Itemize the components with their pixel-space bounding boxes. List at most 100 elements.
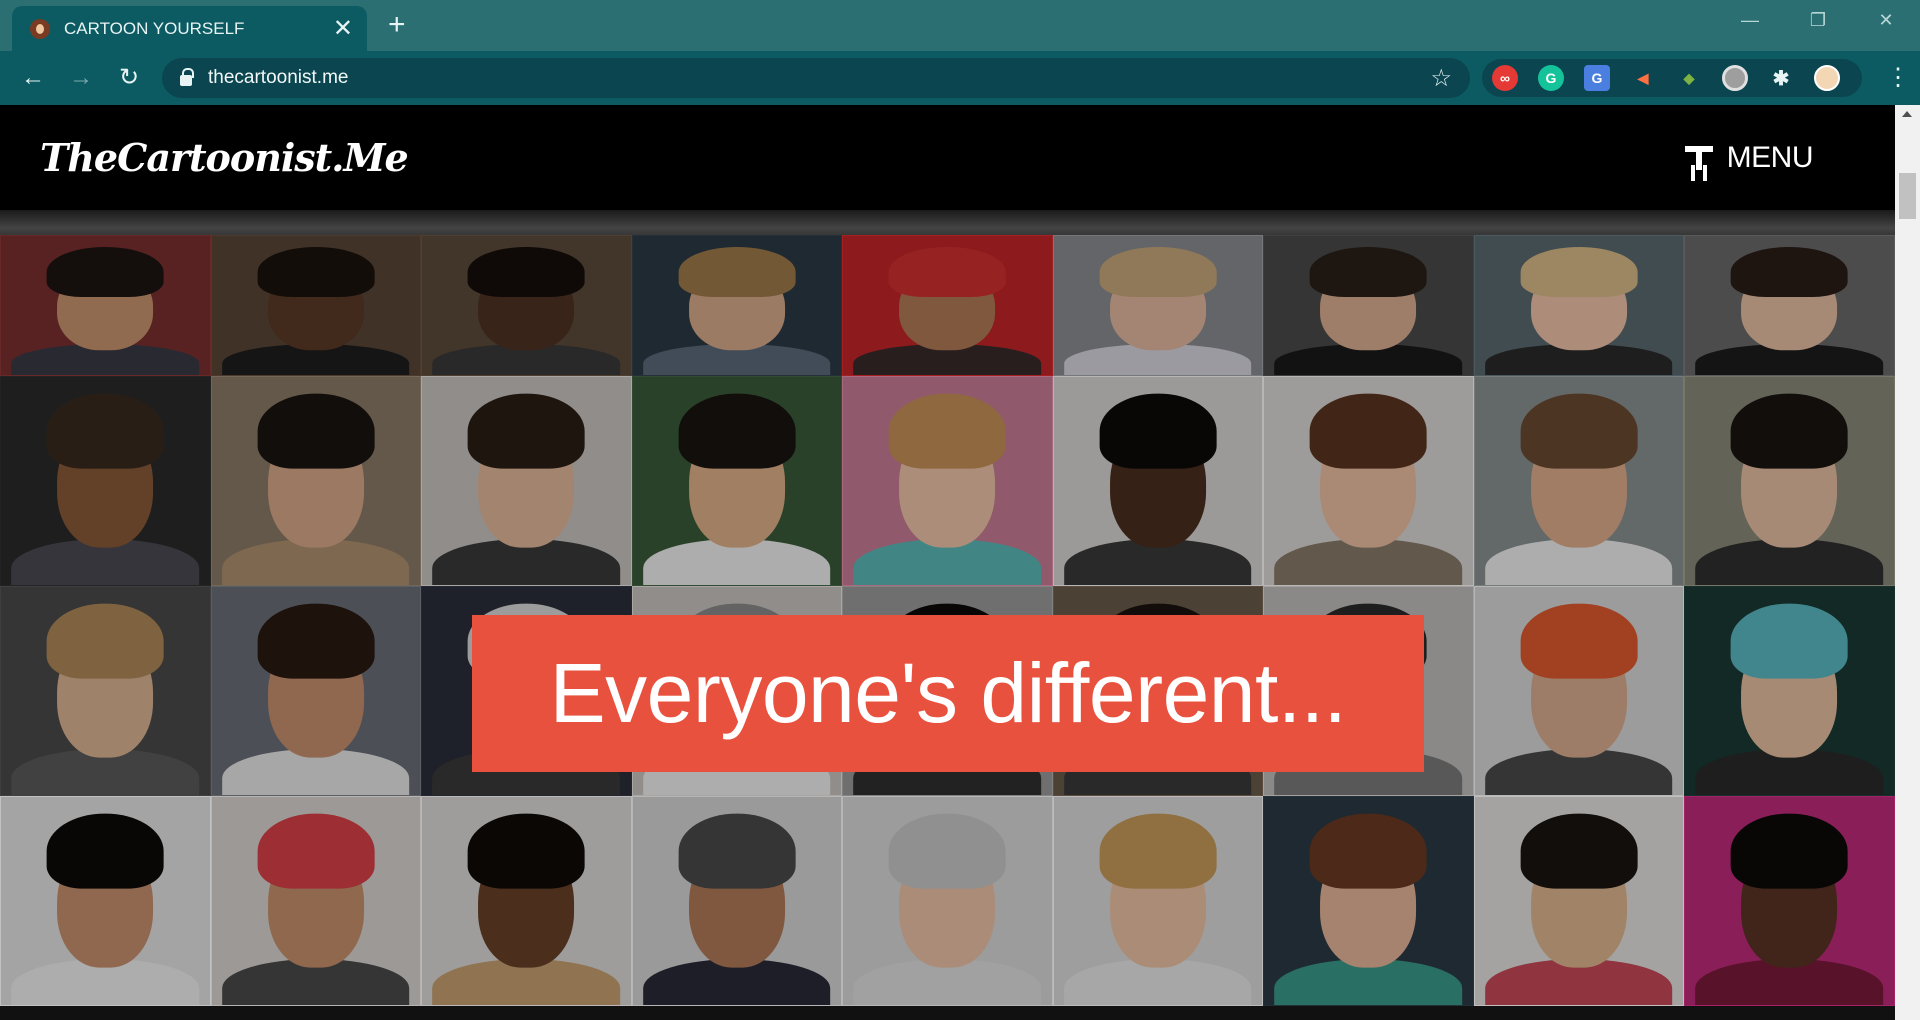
portrait-overlay — [211, 797, 420, 1005]
forward-button[interactable]: → — [66, 63, 96, 93]
hero-banner: Everyone's different... — [472, 615, 1424, 772]
page-scrollbar[interactable] — [1895, 105, 1920, 1020]
portrait-overlay — [1474, 797, 1683, 1005]
portrait-photo — [421, 235, 632, 376]
portrait-overlay — [843, 377, 1052, 585]
portrait-overlay — [632, 236, 841, 375]
scrollbar-thumb[interactable] — [1899, 173, 1916, 219]
portrait-overlay — [1, 377, 210, 585]
favicon-icon — [30, 18, 50, 39]
portrait-overlay — [843, 797, 1052, 1005]
portrait-photo — [631, 376, 842, 586]
portrait-overlay — [632, 377, 841, 585]
site-header: TheCartoonist.Me MENU — [0, 105, 1895, 210]
browser-menu-icon[interactable]: ⋮ — [1886, 65, 1910, 91]
portrait-overlay — [632, 797, 841, 1005]
portrait-overlay — [211, 587, 420, 795]
portrait-overlay — [1474, 377, 1683, 585]
portrait-overlay — [1685, 236, 1894, 375]
profile-avatar[interactable] — [1814, 65, 1840, 91]
portrait-photo — [842, 235, 1053, 376]
address-bar[interactable]: thecartoonist.me ☆ — [162, 58, 1470, 98]
portrait-photo — [1684, 796, 1895, 1006]
browser-tab-bar: CARTOON YOURSELF ✕ + — ❐ ✕ — [0, 0, 1920, 51]
portrait-overlay — [1264, 377, 1473, 585]
portrait-overlay — [422, 797, 631, 1005]
portrait-photo — [0, 796, 211, 1006]
portrait-photo — [1473, 235, 1684, 376]
portrait-overlay — [1, 236, 210, 375]
portrait-photo — [210, 376, 421, 586]
portrait-photo — [1263, 796, 1474, 1006]
portrait-overlay — [1264, 236, 1473, 375]
portrait-photo — [210, 586, 421, 796]
portrait-photo — [842, 796, 1053, 1006]
puzzle-extensions-icon[interactable]: ✱ — [1768, 65, 1794, 91]
portrait-photo — [0, 376, 211, 586]
infinity-extension-icon[interactable]: ∞ — [1492, 65, 1518, 91]
portrait-overlay — [1053, 797, 1262, 1005]
browser-toolbar: ← → ↻ thecartoonist.me ☆ ∞ G G ◀ ◆ ✱ ⋮ — [0, 51, 1920, 105]
hero-banner-text: Everyone's different... — [549, 646, 1347, 740]
portrait-overlay — [422, 377, 631, 585]
portrait-overlay — [1, 797, 210, 1005]
speaker-extension-icon[interactable]: ◀ — [1630, 65, 1656, 91]
portrait-photo — [0, 235, 211, 376]
portrait-photo — [210, 235, 421, 376]
portrait-overlay — [211, 236, 420, 375]
reload-button[interactable]: ↻ — [114, 63, 144, 93]
circle-extension-icon[interactable] — [1722, 65, 1748, 91]
portrait-photo — [1473, 376, 1684, 586]
portrait-photo — [1052, 376, 1263, 586]
url-text[interactable]: thecartoonist.me — [208, 67, 1430, 89]
portrait-photo — [631, 235, 842, 376]
portrait-photo — [210, 796, 421, 1006]
portrait-photo — [1684, 586, 1895, 796]
portrait-photo — [1263, 235, 1474, 376]
globe-extension-icon[interactable]: ◆ — [1676, 65, 1702, 91]
portrait-photo — [421, 376, 632, 586]
window-controls: — ❐ ✕ — [1716, 0, 1920, 40]
close-window-button[interactable]: ✕ — [1852, 0, 1920, 40]
portrait-overlay — [1053, 236, 1262, 375]
minimize-button[interactable]: — — [1716, 0, 1784, 40]
close-tab-icon[interactable]: ✕ — [333, 16, 353, 41]
portrait-overlay — [1474, 587, 1683, 795]
portrait-photo — [842, 376, 1053, 586]
browser-tab[interactable]: CARTOON YOURSELF ✕ — [12, 6, 367, 51]
portrait-photo — [1684, 235, 1895, 376]
portrait-photo — [1263, 376, 1474, 586]
translate-icon[interactable]: G — [1584, 65, 1610, 91]
portrait-photo — [1052, 796, 1263, 1006]
new-tab-button[interactable]: + — [388, 10, 406, 40]
portrait-photo — [1052, 235, 1263, 376]
portrait-overlay — [1685, 377, 1894, 585]
menu-label: MENU — [1726, 140, 1814, 174]
site-logo[interactable]: TheCartoonist.Me — [40, 135, 409, 180]
bookmark-star-icon[interactable]: ☆ — [1430, 64, 1452, 93]
portrait-overlay — [1, 587, 210, 795]
portrait-overlay — [1053, 377, 1262, 585]
portrait-photo — [1473, 796, 1684, 1006]
menu-icon — [1684, 144, 1713, 172]
grammarly-icon[interactable]: G — [1538, 65, 1564, 91]
portrait-overlay — [211, 377, 420, 585]
back-button[interactable]: ← — [18, 63, 48, 93]
portrait-photo — [0, 586, 211, 796]
portrait-photo — [1473, 586, 1684, 796]
extensions-bar: ∞ G G ◀ ◆ ✱ — [1482, 59, 1862, 97]
tab-title: CARTOON YOURSELF — [64, 18, 245, 38]
restore-button[interactable]: ❐ — [1784, 0, 1852, 40]
scroll-up-arrow-icon[interactable] — [1902, 111, 1912, 117]
portrait-overlay — [1264, 797, 1473, 1005]
page-viewport: TheCartoonist.Me MENU Everyone's differe… — [0, 105, 1895, 1020]
portrait-photo — [631, 796, 842, 1006]
lock-icon — [180, 68, 194, 86]
portrait-overlay — [1685, 797, 1894, 1005]
portrait-overlay — [1685, 587, 1894, 795]
portrait-photo — [1684, 376, 1895, 586]
portrait-overlay — [843, 236, 1052, 375]
portrait-overlay — [422, 236, 631, 375]
portrait-photo — [421, 796, 632, 1006]
menu-button[interactable]: MENU — [1684, 140, 1814, 175]
